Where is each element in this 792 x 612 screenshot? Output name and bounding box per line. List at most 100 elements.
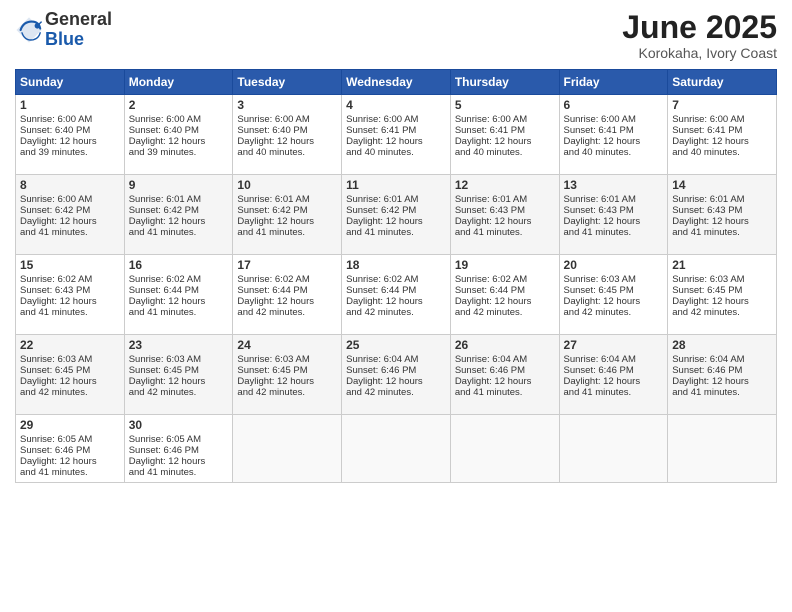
day-info: and 39 minutes. xyxy=(20,147,120,158)
day-info: and 41 minutes. xyxy=(455,227,555,238)
day-info: Sunrise: 6:02 AM xyxy=(237,274,337,285)
day-info: Sunrise: 6:00 AM xyxy=(237,114,337,125)
day-info: and 41 minutes. xyxy=(129,307,229,318)
day-number: 13 xyxy=(564,178,664,192)
day-number: 7 xyxy=(672,98,772,112)
table-row: 28Sunrise: 6:04 AMSunset: 6:46 PMDayligh… xyxy=(668,335,777,415)
day-info: and 42 minutes. xyxy=(564,307,664,318)
day-number: 3 xyxy=(237,98,337,112)
day-info: Sunrise: 6:00 AM xyxy=(455,114,555,125)
table-row: 21Sunrise: 6:03 AMSunset: 6:45 PMDayligh… xyxy=(668,255,777,335)
day-info: Sunset: 6:44 PM xyxy=(346,285,446,296)
day-info: Sunrise: 6:04 AM xyxy=(564,354,664,365)
table-row: 29Sunrise: 6:05 AMSunset: 6:46 PMDayligh… xyxy=(16,415,125,483)
day-number: 12 xyxy=(455,178,555,192)
day-info: Daylight: 12 hours xyxy=(129,136,229,147)
day-info: Sunrise: 6:01 AM xyxy=(455,194,555,205)
table-row: 16Sunrise: 6:02 AMSunset: 6:44 PMDayligh… xyxy=(124,255,233,335)
day-info: Sunrise: 6:03 AM xyxy=(237,354,337,365)
day-info: and 41 minutes. xyxy=(237,227,337,238)
day-info: Daylight: 12 hours xyxy=(237,296,337,307)
day-info: and 42 minutes. xyxy=(20,387,120,398)
day-info: Daylight: 12 hours xyxy=(346,296,446,307)
day-info: Sunset: 6:43 PM xyxy=(672,205,772,216)
day-info: Sunset: 6:41 PM xyxy=(455,125,555,136)
day-info: and 42 minutes. xyxy=(346,307,446,318)
day-info: Sunset: 6:46 PM xyxy=(346,365,446,376)
day-number: 1 xyxy=(20,98,120,112)
day-info: and 42 minutes. xyxy=(455,307,555,318)
day-info: Sunrise: 6:02 AM xyxy=(129,274,229,285)
day-info: Sunset: 6:44 PM xyxy=(129,285,229,296)
table-row: 23Sunrise: 6:03 AMSunset: 6:45 PMDayligh… xyxy=(124,335,233,415)
title-block: June 2025 Korokaha, Ivory Coast xyxy=(622,10,777,61)
day-info: Sunrise: 6:00 AM xyxy=(564,114,664,125)
day-info: Sunset: 6:40 PM xyxy=(20,125,120,136)
day-info: Sunset: 6:43 PM xyxy=(455,205,555,216)
day-number: 8 xyxy=(20,178,120,192)
day-info: Sunset: 6:42 PM xyxy=(346,205,446,216)
day-info: Sunrise: 6:01 AM xyxy=(564,194,664,205)
day-info: Daylight: 12 hours xyxy=(20,216,120,227)
day-number: 2 xyxy=(129,98,229,112)
day-info: and 42 minutes. xyxy=(237,387,337,398)
day-number: 28 xyxy=(672,338,772,352)
header: General Blue June 2025 Korokaha, Ivory C… xyxy=(15,10,777,61)
day-info: Daylight: 12 hours xyxy=(564,216,664,227)
day-info: and 41 minutes. xyxy=(129,227,229,238)
day-info: Daylight: 12 hours xyxy=(20,376,120,387)
day-info: Daylight: 12 hours xyxy=(129,216,229,227)
table-row xyxy=(668,415,777,483)
day-number: 18 xyxy=(346,258,446,272)
day-info: and 41 minutes. xyxy=(346,227,446,238)
day-info: Sunrise: 6:04 AM xyxy=(346,354,446,365)
day-info: Sunset: 6:45 PM xyxy=(237,365,337,376)
day-info: Daylight: 12 hours xyxy=(455,136,555,147)
col-friday: Friday xyxy=(559,70,668,95)
table-row: 20Sunrise: 6:03 AMSunset: 6:45 PMDayligh… xyxy=(559,255,668,335)
day-info: Daylight: 12 hours xyxy=(237,376,337,387)
day-info: Sunrise: 6:01 AM xyxy=(237,194,337,205)
day-info: Daylight: 12 hours xyxy=(455,216,555,227)
table-row: 6Sunrise: 6:00 AMSunset: 6:41 PMDaylight… xyxy=(559,95,668,175)
table-row: 9Sunrise: 6:01 AMSunset: 6:42 PMDaylight… xyxy=(124,175,233,255)
day-info: Daylight: 12 hours xyxy=(237,136,337,147)
day-info: Sunset: 6:46 PM xyxy=(564,365,664,376)
day-number: 4 xyxy=(346,98,446,112)
day-info: Daylight: 12 hours xyxy=(564,136,664,147)
col-saturday: Saturday xyxy=(668,70,777,95)
day-info: Daylight: 12 hours xyxy=(455,296,555,307)
day-number: 17 xyxy=(237,258,337,272)
day-info: Sunset: 6:46 PM xyxy=(455,365,555,376)
table-row xyxy=(450,415,559,483)
day-info: and 40 minutes. xyxy=(564,147,664,158)
day-number: 24 xyxy=(237,338,337,352)
table-row: 2Sunrise: 6:00 AMSunset: 6:40 PMDaylight… xyxy=(124,95,233,175)
day-info: and 41 minutes. xyxy=(564,387,664,398)
day-info: Sunset: 6:41 PM xyxy=(564,125,664,136)
day-info: Sunset: 6:42 PM xyxy=(237,205,337,216)
day-info: and 40 minutes. xyxy=(455,147,555,158)
day-info: Daylight: 12 hours xyxy=(346,216,446,227)
day-info: Daylight: 12 hours xyxy=(346,136,446,147)
day-info: Daylight: 12 hours xyxy=(20,136,120,147)
table-row: 4Sunrise: 6:00 AMSunset: 6:41 PMDaylight… xyxy=(342,95,451,175)
calendar-table: Sunday Monday Tuesday Wednesday Thursday… xyxy=(15,69,777,483)
day-info: Sunrise: 6:03 AM xyxy=(672,274,772,285)
day-number: 26 xyxy=(455,338,555,352)
table-row: 3 Sunrise: 6:00 AMSunset: 6:40 PMDaylight… xyxy=(233,95,342,175)
day-info: Sunset: 6:41 PM xyxy=(346,125,446,136)
col-thursday: Thursday xyxy=(450,70,559,95)
day-info: and 40 minutes. xyxy=(237,147,337,158)
day-info: Daylight: 12 hours xyxy=(129,376,229,387)
day-info: Daylight: 12 hours xyxy=(129,456,229,467)
day-info: and 42 minutes. xyxy=(129,387,229,398)
day-info: and 41 minutes. xyxy=(564,227,664,238)
day-number: 29 xyxy=(20,418,120,432)
day-info: Sunset: 6:40 PM xyxy=(237,125,337,136)
day-info: Sunset: 6:42 PM xyxy=(20,205,120,216)
day-number: 14 xyxy=(672,178,772,192)
table-row: 15Sunrise: 6:02 AMSunset: 6:43 PMDayligh… xyxy=(16,255,125,335)
logo-general: General xyxy=(45,9,112,29)
day-info: Sunrise: 6:05 AM xyxy=(129,434,229,445)
